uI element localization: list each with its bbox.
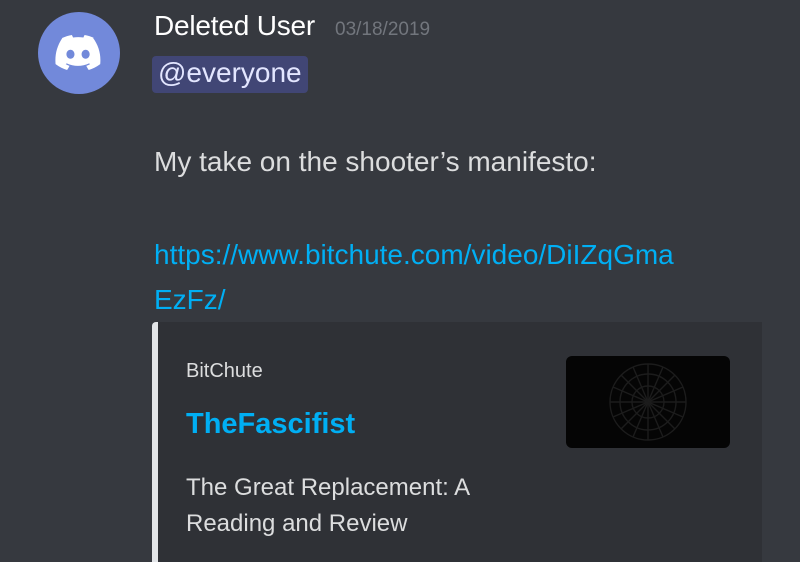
username[interactable]: Deleted User xyxy=(154,10,315,42)
chat-message: Deleted User 03/18/2019 @everyone My tak… xyxy=(0,0,800,562)
embed-provider: BitChute xyxy=(186,360,263,382)
link-embed: BitChute TheFascifist The Great Replacem… xyxy=(152,322,762,562)
everyone-mention[interactable]: @everyone xyxy=(152,56,308,93)
message-link[interactable]: https://www.bitchute.com/video/DiIZqGma … xyxy=(154,232,764,322)
link-text-line-2[interactable]: EzFz/ xyxy=(154,277,764,322)
link-text-line-1[interactable]: https://www.bitchute.com/video/DiIZqGma xyxy=(154,232,764,277)
discord-logo-icon xyxy=(55,35,101,70)
message-header: Deleted User 03/18/2019 xyxy=(154,10,430,42)
timestamp: 03/18/2019 xyxy=(335,19,431,40)
user-avatar[interactable] xyxy=(38,12,120,94)
embed-thumbnail[interactable] xyxy=(566,356,730,448)
embed-title-link[interactable]: TheFascifist xyxy=(186,408,355,441)
message-text: My take on the shooter’s manifesto: xyxy=(154,146,597,177)
dark-wheel-thumbnail-icon xyxy=(609,363,687,441)
embed-description: The Great Replacement: A Reading and Rev… xyxy=(186,474,469,537)
